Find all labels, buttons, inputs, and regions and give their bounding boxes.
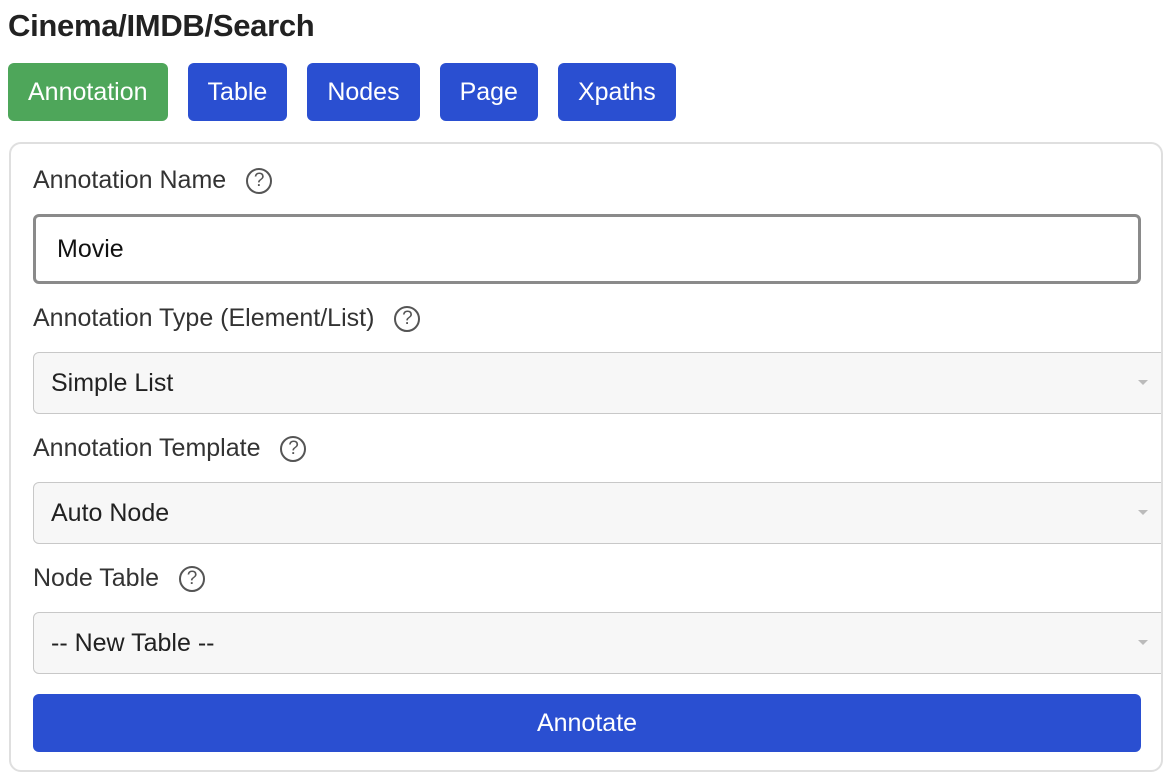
annotation-template-select[interactable]: Auto Node xyxy=(33,482,1161,544)
annotation-template-label: Annotation Template xyxy=(33,434,261,462)
tab-bar: Annotation Table Nodes Page Xpaths xyxy=(8,63,676,121)
annotation-type-label-row: Annotation Type (Element/List) ? xyxy=(33,304,421,333)
tab-annotation[interactable]: Annotation xyxy=(8,63,168,121)
node-table-select[interactable]: -- New Table -- xyxy=(33,612,1161,674)
node-table-value: -- New Table -- xyxy=(51,628,215,657)
tab-page[interactable]: Page xyxy=(439,63,538,121)
chevron-down-icon xyxy=(1138,380,1148,385)
annotation-name-label-row: Annotation Name ? xyxy=(33,166,273,195)
question-circle-icon[interactable]: ? xyxy=(280,435,307,462)
annotation-page: Cinema/IMDB/Search Annotation Table Node… xyxy=(0,0,1174,774)
annotate-button[interactable]: Annotate xyxy=(33,694,1141,752)
annotation-type-label: Annotation Type (Element/List) xyxy=(33,304,375,332)
node-table-label-row: Node Table ? xyxy=(33,564,206,593)
chevron-down-icon xyxy=(1138,510,1148,515)
page-title: Cinema/IMDB/Search xyxy=(8,8,315,43)
node-table-label: Node Table xyxy=(33,564,160,592)
question-circle-icon[interactable]: ? xyxy=(394,305,421,332)
annotation-template-label-row: Annotation Template ? xyxy=(33,434,307,463)
annotation-form-panel: Annotation Name ? Annotation Type (Eleme… xyxy=(9,142,1163,772)
annotation-name-input[interactable] xyxy=(33,214,1141,284)
tab-xpaths[interactable]: Xpaths xyxy=(557,63,676,121)
annotation-template-value: Auto Node xyxy=(51,498,170,527)
annotation-type-value: Simple List xyxy=(51,368,174,397)
annotation-name-label: Annotation Name xyxy=(33,166,227,194)
annotation-type-select[interactable]: Simple List xyxy=(33,352,1161,414)
tab-nodes[interactable]: Nodes xyxy=(307,63,420,121)
question-circle-icon[interactable]: ? xyxy=(179,565,206,592)
chevron-down-icon xyxy=(1138,640,1148,645)
question-circle-icon[interactable]: ? xyxy=(246,167,273,194)
tab-table[interactable]: Table xyxy=(187,63,288,121)
